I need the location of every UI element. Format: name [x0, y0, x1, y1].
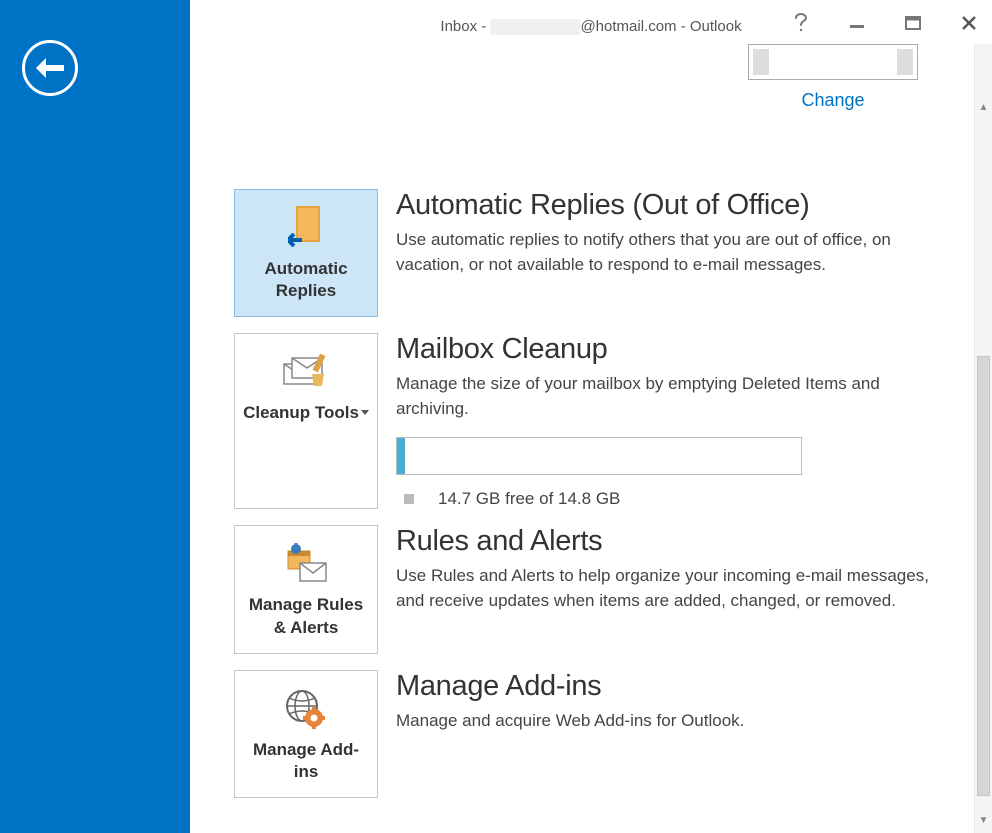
minimize-button[interactable] [844, 10, 870, 36]
title-suffix: @hotmail.com - Outlook [580, 18, 741, 35]
scroll-thumb[interactable] [977, 356, 990, 796]
app-root: Inbox - @hotmail.com - Outlook [0, 0, 992, 833]
scroll-down-button[interactable]: ▼ [975, 811, 992, 829]
storage-marker-icon [404, 494, 414, 504]
maximize-button[interactable] [900, 10, 926, 36]
window-title: Inbox - @hotmail.com - Outlook [440, 18, 741, 35]
close-button[interactable] [956, 10, 982, 36]
desc-rules: Rules and Alerts Use Rules and Alerts to… [396, 525, 944, 653]
auto-replies-icon [243, 204, 369, 252]
section-desc: Manage and acquire Web Add-ins for Outlo… [396, 709, 944, 734]
section-title: Manage Add-ins [396, 670, 944, 703]
tile-label: Manage Add-ins [243, 739, 369, 783]
content: Change Automatic Replies [190, 44, 974, 833]
scroll-up-button[interactable]: ▲ [975, 98, 992, 116]
section-title: Automatic Replies (Out of Office) [396, 189, 944, 222]
title-prefix: Inbox - [440, 18, 490, 35]
cleanup-icon [243, 348, 369, 396]
change-background-panel: Change [748, 44, 918, 111]
maximize-icon [905, 16, 921, 30]
tile-cleanup-tools[interactable]: Cleanup Tools [234, 333, 378, 509]
section-desc: Use Rules and Alerts to help organize yo… [396, 564, 944, 613]
tile-label: Automatic Replies [243, 258, 369, 302]
tile-label: Cleanup Tools [243, 402, 369, 424]
scrollbar[interactable]: ▲ ▼ [974, 44, 992, 833]
row-addins: Manage Add-ins Manage Add-ins Manage and… [234, 670, 944, 798]
mailbox-storage-bar [396, 437, 802, 475]
chevron-down-icon [361, 410, 369, 415]
back-button[interactable] [22, 40, 78, 96]
help-button[interactable] [788, 10, 814, 36]
storage-text-line: 14.7 GB free of 14.8 GB [396, 489, 944, 509]
email-redacted [490, 19, 580, 35]
tile-label-text: Cleanup Tools [243, 403, 359, 422]
tile-automatic-replies[interactable]: Automatic Replies [234, 189, 378, 317]
tile-label: Manage Rules & Alerts [243, 594, 369, 638]
storage-text: 14.7 GB free of 14.8 GB [438, 489, 620, 509]
change-link[interactable]: Change [748, 90, 918, 111]
section-desc: Use automatic replies to notify others t… [396, 228, 944, 277]
desc-addins: Manage Add-ins Manage and acquire Web Ad… [396, 670, 944, 798]
desc-cleanup: Mailbox Cleanup Manage the size of your … [396, 333, 944, 509]
backstage-sidebar [0, 0, 190, 833]
back-arrow-icon [36, 58, 64, 78]
main-panel: Inbox - @hotmail.com - Outlook [190, 0, 992, 833]
background-thumbnail [748, 44, 918, 80]
desc-auto-replies: Automatic Replies (Out of Office) Use au… [396, 189, 944, 317]
rules-icon [243, 540, 369, 588]
row-rules: Manage Rules & Alerts Rules and Alerts U… [234, 525, 944, 653]
addins-icon [243, 685, 369, 733]
content-wrap: Change Automatic Replies [190, 44, 992, 833]
spacer [234, 99, 944, 189]
tile-manage-addins[interactable]: Manage Add-ins [234, 670, 378, 798]
row-auto-replies: Automatic Replies Automatic Replies (Out… [234, 189, 944, 317]
row-cleanup: Cleanup Tools Mailbox Cleanup Manage the… [234, 333, 944, 509]
minimize-icon [849, 15, 865, 31]
window-controls [788, 10, 982, 36]
close-icon [961, 15, 977, 31]
help-icon [794, 13, 808, 33]
storage-used-fill [397, 438, 405, 474]
tile-manage-rules[interactable]: Manage Rules & Alerts [234, 525, 378, 653]
section-desc: Manage the size of your mailbox by empty… [396, 372, 944, 421]
title-bar: Inbox - @hotmail.com - Outlook [190, 0, 992, 44]
section-title: Rules and Alerts [396, 525, 944, 558]
section-title: Mailbox Cleanup [396, 333, 944, 366]
